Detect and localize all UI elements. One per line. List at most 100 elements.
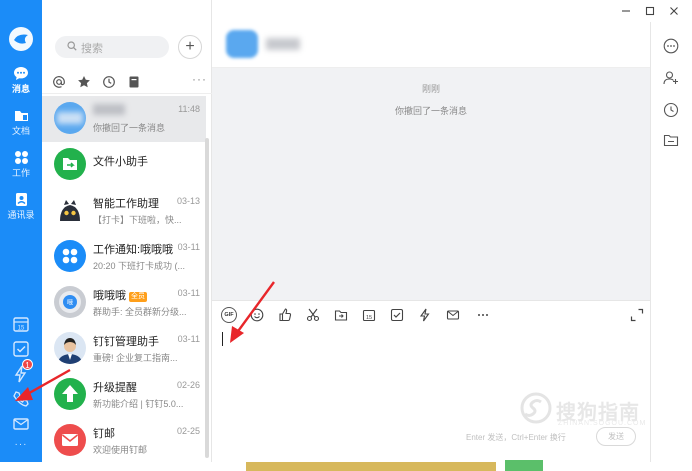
input-toolbar: GIF 15 <box>212 300 650 328</box>
recall-notice: 你撤回了一条消息 <box>394 106 467 116</box>
conversation-item[interactable]: 哦 哦哦哦 全员 03-11 群助手: 全员群新分级... <box>42 280 206 326</box>
conversation-item[interactable]: 升级提醒 02-26 新功能介绍 | 钉钉5.0... <box>42 372 206 418</box>
conversation-item[interactable]: 钉邮 02-25 欢迎使用钉邮 <box>42 418 206 464</box>
conversation-preview: 【打卡】下班啦，快... <box>93 215 182 225</box>
close-icon[interactable] <box>668 5 680 17</box>
apps-grid-icon <box>14 151 28 164</box>
conversation-time: 03-11 <box>177 242 200 252</box>
rail-item-contacts[interactable]: 通讯录 <box>0 192 42 221</box>
person-photo <box>54 332 86 364</box>
more-dots-icon[interactable] <box>476 308 490 322</box>
upgrade-icon <box>54 378 86 410</box>
chat-avatar[interactable] <box>226 30 258 58</box>
conversation-name: 哦哦哦 全员 <box>93 287 147 303</box>
task-check-icon[interactable] <box>390 308 404 322</box>
more-options-icon[interactable] <box>663 38 679 54</box>
group-avatar: 哦 <box>54 286 86 318</box>
search-icon <box>67 41 77 51</box>
search-placeholder: 搜索 <box>81 43 103 55</box>
conversation-name: 升级提醒 <box>93 382 137 394</box>
conversation-list-panel: 搜索 + ··· 11:48 你撤回了一条消息 文件小助手 智能工作助理 03-… <box>42 0 212 462</box>
thumbs-up-icon[interactable] <box>278 308 292 322</box>
mail-icon[interactable] <box>11 414 31 434</box>
emoji-icon[interactable] <box>250 308 264 322</box>
message-area: 刚刚 你撤回了一条消息 <box>212 68 650 300</box>
minimize-icon[interactable] <box>620 5 632 17</box>
conversation-time: 03-11 <box>177 334 200 344</box>
conversation-time: 02-26 <box>176 380 200 390</box>
watermark: 搜狗指南 ZHINAN.SOGOU.COM <box>520 388 670 428</box>
svg-text:15: 15 <box>366 315 372 321</box>
rail-item-work[interactable]: 工作 <box>0 150 42 179</box>
mail-icon[interactable] <box>446 308 460 322</box>
add-member-icon[interactable] <box>663 70 679 86</box>
folder-upload-icon[interactable] <box>334 308 348 322</box>
star-icon[interactable] <box>77 75 91 89</box>
conversation-item[interactable]: 11:48 你撤回了一条消息 <box>42 96 206 142</box>
svg-text:哦: 哦 <box>67 299 73 307</box>
gif-button[interactable]: GIF <box>221 307 237 323</box>
conversation-preview: 重磅! 企业复工指南... <box>93 353 178 363</box>
file-helper-icon <box>54 148 86 180</box>
ding-mail-icon <box>54 424 86 456</box>
contacts-icon <box>15 193 27 206</box>
conversation-name: 钉钉管理助手 <box>93 336 159 348</box>
search-box[interactable]: 搜索 <box>55 36 169 58</box>
rail-item-docs[interactable]: 文档 <box>0 108 42 137</box>
conversation-name: 文件小助手 <box>93 156 148 168</box>
conversation-time: 03-11 <box>177 288 200 298</box>
all-staff-tag: 全员 <box>129 292 147 302</box>
conversation-name: 钉邮 <box>93 428 115 440</box>
conversation-item[interactable]: 智能工作助理 03-13 【打卡】下班啦，快... <box>42 188 206 234</box>
rail-label-docs: 文档 <box>11 126 30 136</box>
message-time: 刚刚 <box>421 84 440 94</box>
rail-item-messages[interactable]: 消息 <box>0 66 42 95</box>
conversation-name: 工作通知:哦哦哦 <box>93 244 174 256</box>
sogou-logo-icon <box>520 392 552 424</box>
send-hint: Enter 发送，Ctrl+Enter 换行 <box>466 433 566 442</box>
svg-text:15: 15 <box>18 326 25 332</box>
at-mention-icon[interactable] <box>52 75 66 89</box>
conversation-item[interactable]: 钉钉管理助手 03-11 重磅! 企业复工指南... <box>42 326 206 372</box>
archive-icon[interactable] <box>127 75 141 89</box>
conversation-time: 11:48 <box>178 104 200 114</box>
left-nav-rail: 消息 文档 工作 通讯录 15 1 ··· <box>0 0 42 462</box>
clock-icon[interactable] <box>102 75 116 89</box>
filter-more-button[interactable]: ··· <box>192 72 207 86</box>
expand-icon[interactable] <box>630 308 644 322</box>
calendar-icon[interactable]: 15 <box>11 314 31 334</box>
app-logo-icon <box>9 27 33 51</box>
conversation-preview: 群助手: 全员群新分级... <box>93 307 187 317</box>
ding-badge: 1 <box>22 359 33 370</box>
blurred-chat-title <box>266 38 300 50</box>
chat-bubble-icon <box>14 67 28 80</box>
conversation-time: 02-25 <box>176 426 200 436</box>
conversation-preview: 欢迎使用钉邮 <box>93 445 148 455</box>
conversation-preview: 新功能介绍 | 钉钉5.0... <box>93 399 184 409</box>
conversation-item[interactable]: 文件小助手 <box>42 142 206 188</box>
list-scrollbar[interactable] <box>205 138 209 458</box>
conversation-time: 03-13 <box>176 196 200 206</box>
robot-avatar <box>54 194 86 226</box>
blurred-contact-name <box>93 104 125 115</box>
conversation-item[interactable]: 工作通知:哦哦哦 03-11 20:20 下班打卡成功 (... <box>42 234 206 280</box>
phone-icon[interactable] <box>11 389 31 409</box>
rail-label-work: 工作 <box>11 168 30 178</box>
send-button[interactable]: 发送 <box>596 427 636 446</box>
watermark-subtext: ZHINAN.SOGOU.COM <box>558 420 647 427</box>
conversation-preview: 20:20 下班打卡成功 (... <box>93 261 186 271</box>
history-clock-icon[interactable] <box>663 102 679 118</box>
task-check-icon[interactable] <box>11 339 31 359</box>
calendar-icon[interactable]: 15 <box>362 308 376 322</box>
ding-lightning-icon[interactable] <box>418 308 432 322</box>
maximize-icon[interactable] <box>644 5 656 17</box>
rail-label-contacts: 通讯录 <box>7 210 35 220</box>
folder-icon <box>14 111 28 121</box>
chat-files-folder-icon[interactable] <box>663 132 679 148</box>
conversation-name: 智能工作助理 <box>93 198 159 210</box>
add-button[interactable]: + <box>178 35 202 59</box>
scissors-icon[interactable] <box>306 308 320 322</box>
chat-header <box>212 22 650 68</box>
conversation-preview: 你撤回了一条消息 <box>93 123 166 133</box>
rail-more-button[interactable]: ··· <box>0 439 42 450</box>
